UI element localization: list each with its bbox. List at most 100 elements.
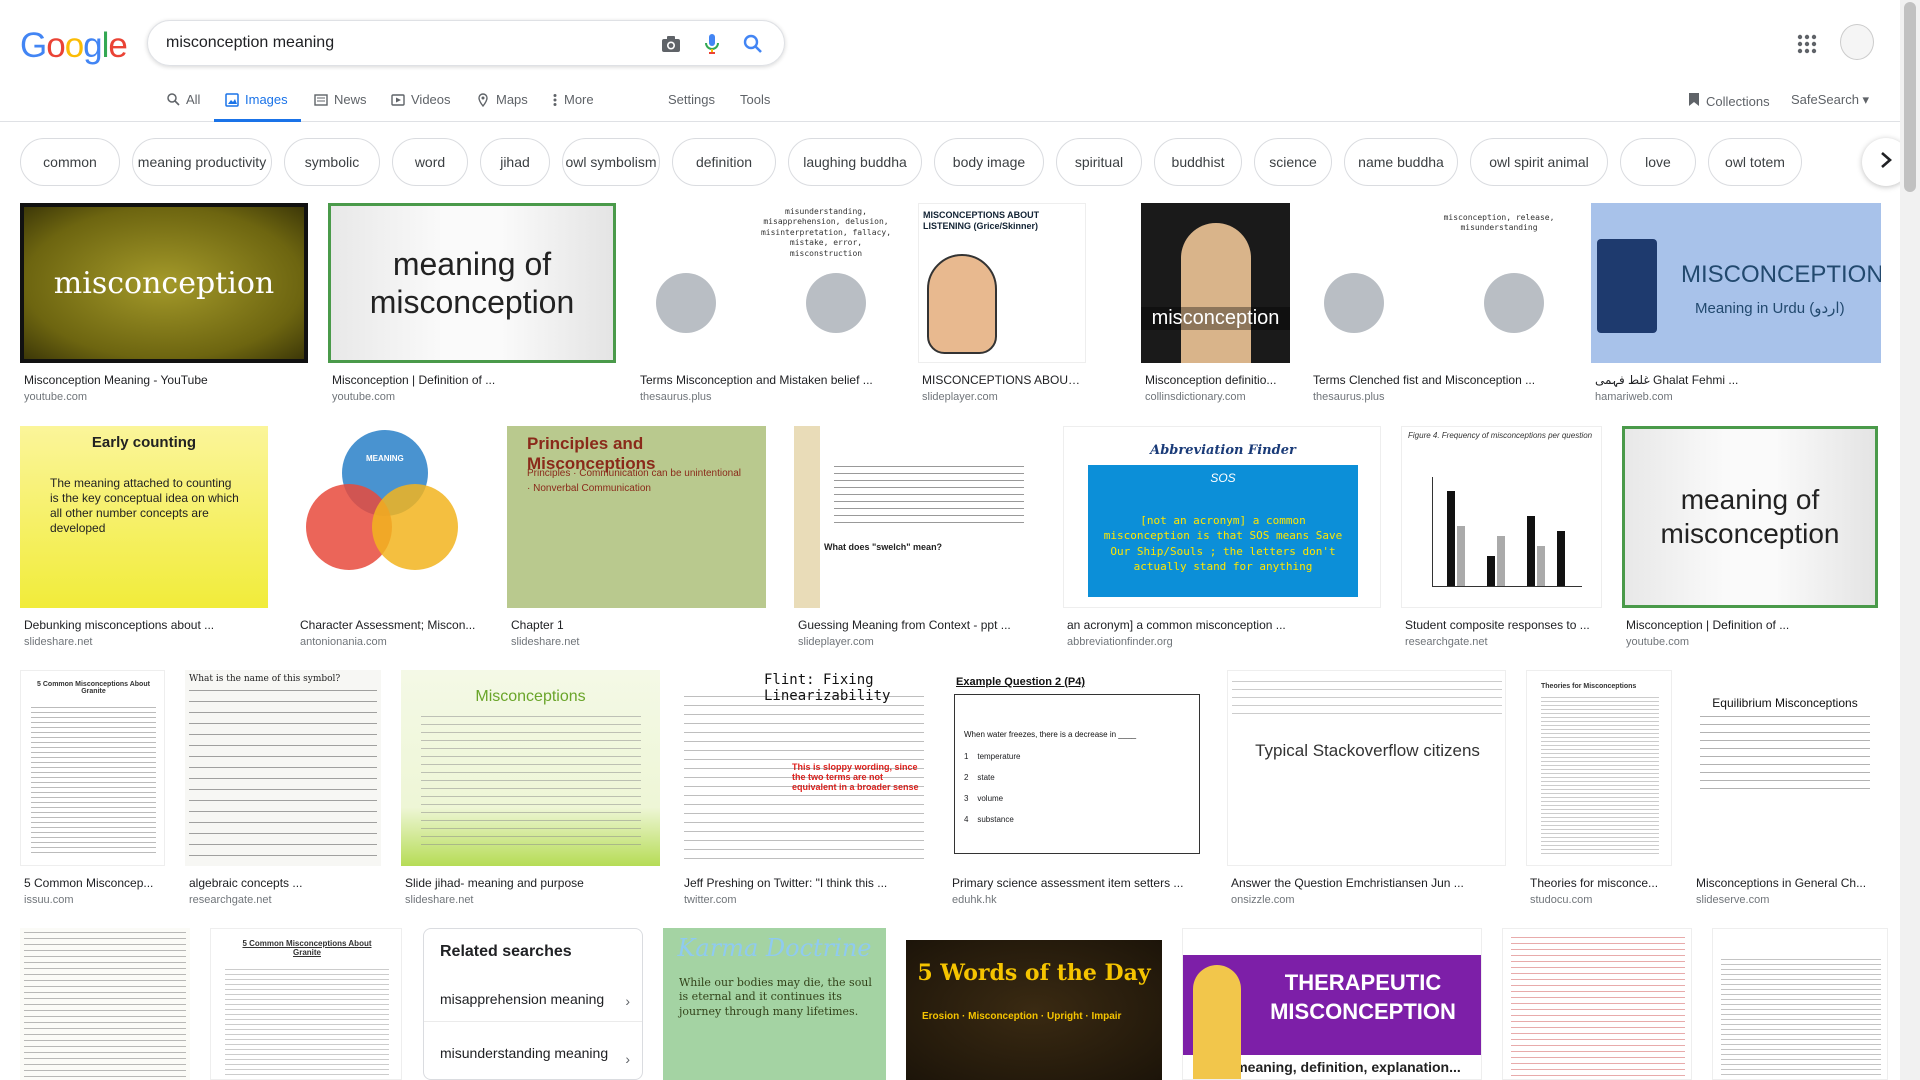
thumbnail[interactable]: Flint: Fixing Linearizability This is sl… [680,670,928,866]
microphone-icon[interactable] [701,33,723,55]
filter-chip[interactable]: spiritual [1056,138,1142,186]
image-result[interactable]: Typical Stackoverflow citizens Answer th… [1227,670,1506,910]
filter-chip[interactable]: jihad [480,138,550,186]
tools-link[interactable]: Tools [740,92,770,107]
image-result[interactable]: 5 Common Misconceptions About Granite [210,928,402,1080]
filter-chip[interactable]: definition [672,138,776,186]
result-title[interactable]: Guessing Meaning from Context - ppt ... [798,618,1043,632]
result-title[interactable]: 5 Common Misconcep... [24,876,165,890]
related-search-item[interactable]: misapprehension meaning › [440,991,630,1009]
result-source[interactable]: onsizzle.com [1231,894,1295,906]
result-title[interactable]: Slide jihad- meaning and purpose [405,876,660,890]
result-title[interactable]: Answer the Question Emchristiansen Jun .… [1231,876,1506,890]
thumbnail[interactable]: 5 Common Misconceptions About Granite [20,670,165,866]
filter-chip[interactable]: symbolic [284,138,380,186]
result-source[interactable]: slideshare.net [24,636,93,648]
result-title[interactable]: Chapter 1 [511,618,766,632]
thumbnail[interactable]: 5 Common Misconceptions About Granite [210,928,402,1080]
account-avatar[interactable] [1840,24,1874,60]
filter-chip[interactable]: laughing buddha [788,138,922,186]
thumbnail[interactable]: misconception, release, misunderstanding [1309,203,1571,363]
result-source[interactable]: researchgate.net [1405,636,1488,648]
filter-chip[interactable]: body image [934,138,1044,186]
result-title[interactable]: Debunking misconceptions about ... [24,618,268,632]
result-source[interactable]: hamariweb.com [1595,391,1673,403]
settings-link[interactable]: Settings [668,92,715,107]
image-result[interactable]: meaning of misconception Misconception |… [328,203,616,403]
thumbnail[interactable]: THERAPEUTIC MISCONCEPTION meaning, defin… [1182,928,1482,1080]
camera-icon[interactable] [660,33,682,55]
search-box[interactable] [147,20,785,66]
thumbnail[interactable]: misunderstanding, misapprehension, delus… [636,203,898,363]
image-result[interactable]: Example Question 2 (P4) When water freez… [948,670,1207,910]
thumbnail[interactable]: Early counting The meaning attached to c… [20,426,268,608]
result-title[interactable]: algebraic concepts ... [189,876,381,890]
thumbnail[interactable]: Principles and Misconceptions Principles… [507,426,766,608]
image-result[interactable]: Theories for Misconceptions Theories for… [1526,670,1672,910]
image-result[interactable]: Karma Doctrine While our bodies may die,… [663,928,886,1080]
scrollbar-thumb[interactable] [1904,2,1916,192]
image-result[interactable]: Principles and Misconceptions Principles… [507,426,766,652]
thumbnail[interactable]: Equilibrium Misconceptions [1692,670,1878,866]
safesearch-toggle[interactable]: SafeSearch ▾ [1791,92,1869,108]
result-source[interactable]: slideserve.com [1696,894,1769,906]
thumbnail[interactable]: What does "swelch" mean? [794,426,1043,608]
tab-more[interactable]: More [552,92,594,107]
thumbnail[interactable] [20,928,190,1080]
thumbnail[interactable]: Typical Stackoverflow citizens [1227,670,1506,866]
filter-chip[interactable]: owl symbolism [562,138,660,186]
filter-chip[interactable]: owl spirit animal [1470,138,1608,186]
image-result[interactable] [1712,928,1888,1080]
result-title[interactable]: غلط فہمی Ghalat Fehmi ... [1595,373,1845,387]
thumbnail[interactable]: Figure 4. Frequency of misconceptions pe… [1401,426,1602,608]
thumbnail[interactable]: MISCONCEPTIONS ABOUT LISTENING (Grice/Sk… [918,203,1086,363]
image-result[interactable]: Figure 4. Frequency of misconceptions pe… [1401,426,1602,652]
thumbnail[interactable]: What is the name of this symbol? [185,670,381,866]
filter-chip[interactable]: word [392,138,468,186]
thumbnail[interactable]: 5 Words of the Day Erosion · Misconcepti… [906,940,1162,1080]
image-result[interactable]: MISCONCEPTION Meaning in Urdu (اردو) غلط… [1591,203,1881,403]
result-source[interactable]: antonionania.com [300,636,387,648]
search-submit-icon[interactable] [742,33,764,55]
collections-link[interactable]: Collections [1688,92,1770,110]
result-source[interactable]: slideshare.net [511,636,580,648]
filter-chip[interactable]: buddhist [1154,138,1242,186]
image-result[interactable]: Abbreviation Finder SOS [not an acronym]… [1063,426,1381,652]
thumbnail[interactable] [1712,928,1888,1080]
tab-news[interactable]: News [314,92,367,107]
image-result[interactable]: 5 Words of the Day Erosion · Misconcepti… [906,940,1162,1080]
image-result[interactable]: Equilibrium Misconceptions Misconception… [1692,670,1878,910]
filter-chip[interactable]: owl totem [1708,138,1802,186]
filter-chip[interactable]: name buddha [1344,138,1458,186]
result-source[interactable]: thesaurus.plus [1313,391,1385,403]
tab-images[interactable]: Images [225,92,288,107]
thumbnail[interactable]: Abbreviation Finder SOS [not an acronym]… [1063,426,1381,608]
result-source[interactable]: youtube.com [332,391,395,403]
result-source[interactable]: thesaurus.plus [640,391,712,403]
result-title[interactable]: Misconception | Definition of ... [332,373,612,387]
thumbnail[interactable]: Example Question 2 (P4) When water freez… [948,670,1207,866]
result-source[interactable]: youtube.com [24,391,87,403]
tab-maps[interactable]: Maps [476,92,528,107]
apps-grid-icon[interactable] [1795,32,1819,56]
thumbnail[interactable]: misconception [20,203,308,363]
image-result[interactable]: THERAPEUTIC MISCONCEPTION meaning, defin… [1182,928,1482,1080]
scrollbar[interactable] [1900,0,1920,1080]
tab-all[interactable]: All [166,92,200,107]
image-result[interactable] [20,928,190,1080]
thumbnail[interactable]: Misconceptions [401,670,660,866]
related-search-item[interactable]: misunderstanding meaning › [440,1045,630,1067]
result-title[interactable]: Misconceptions in General Ch... [1696,876,1878,890]
thumbnail[interactable]: MISCONCEPTION Meaning in Urdu (اردو) [1591,203,1881,363]
result-source[interactable]: collinsdictionary.com [1145,391,1246,403]
result-source[interactable]: studocu.com [1530,894,1592,906]
filter-chip[interactable]: meaning productivity [132,138,272,186]
thumbnail[interactable]: meaning of misconception [328,203,616,363]
result-source[interactable]: issuu.com [24,894,74,906]
image-result[interactable]: MISCONCEPTIONS ABOUT LISTENING (Grice/Sk… [918,203,1086,403]
result-title[interactable]: Jeff Preshing on Twitter: "I think this … [684,876,928,890]
result-title[interactable]: Theories for misconce... [1530,876,1672,890]
image-result[interactable]: 5 Common Misconceptions About Granite 5 … [20,670,165,910]
thumbnail[interactable]: Karma Doctrine While our bodies may die,… [663,928,886,1080]
result-source[interactable]: youtube.com [1626,636,1689,648]
